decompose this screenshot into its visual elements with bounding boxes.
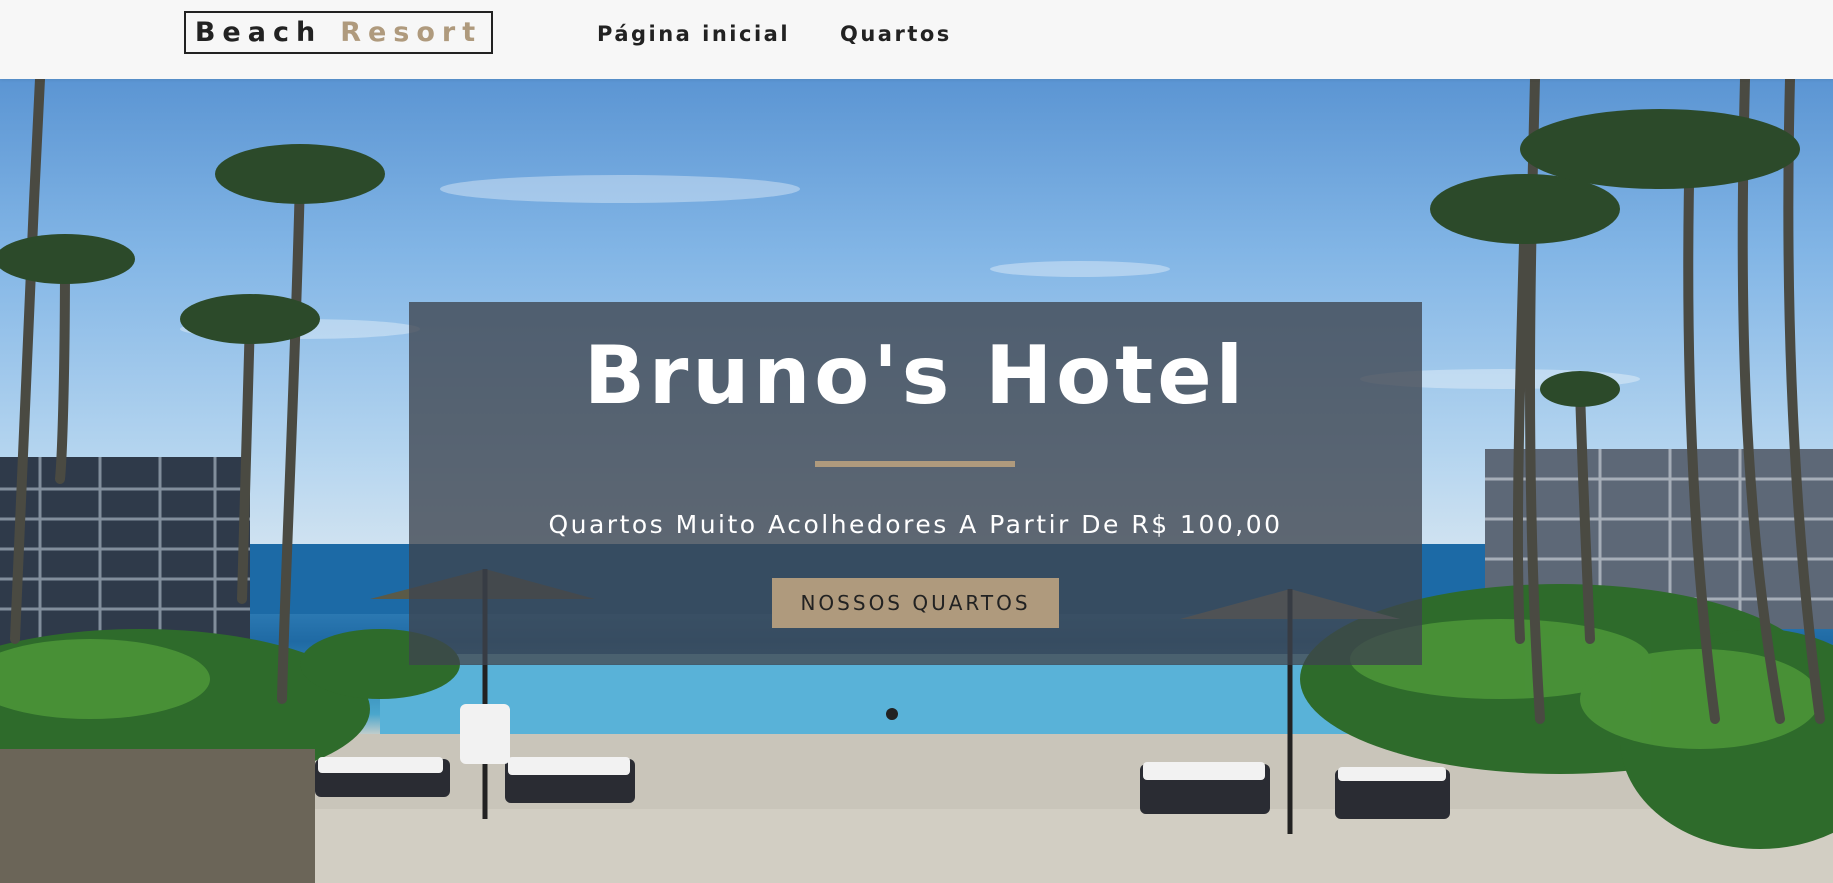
logo-word-2: Resort xyxy=(340,17,483,48)
logo[interactable]: Beach Resort xyxy=(184,11,493,54)
nav-link-home[interactable]: Página inicial xyxy=(597,22,790,46)
hero-divider xyxy=(815,461,1015,467)
nav-link-rooms[interactable]: Quartos xyxy=(840,22,952,46)
hero-subtitle: Quartos Muito Acolhedores A Partir De R$… xyxy=(548,510,1283,539)
hero-section: Bruno's Hotel Quartos Muito Acolhedores … xyxy=(0,79,1833,883)
hero-banner: Bruno's Hotel Quartos Muito Acolhedores … xyxy=(409,302,1422,665)
navbar: Beach Resort Página inicial Quartos xyxy=(0,0,1833,79)
hero-title: Bruno's Hotel xyxy=(583,329,1248,422)
rooms-button[interactable]: NOSSOS QUARTOS xyxy=(772,578,1059,628)
logo-word-1: Beach xyxy=(194,17,323,48)
